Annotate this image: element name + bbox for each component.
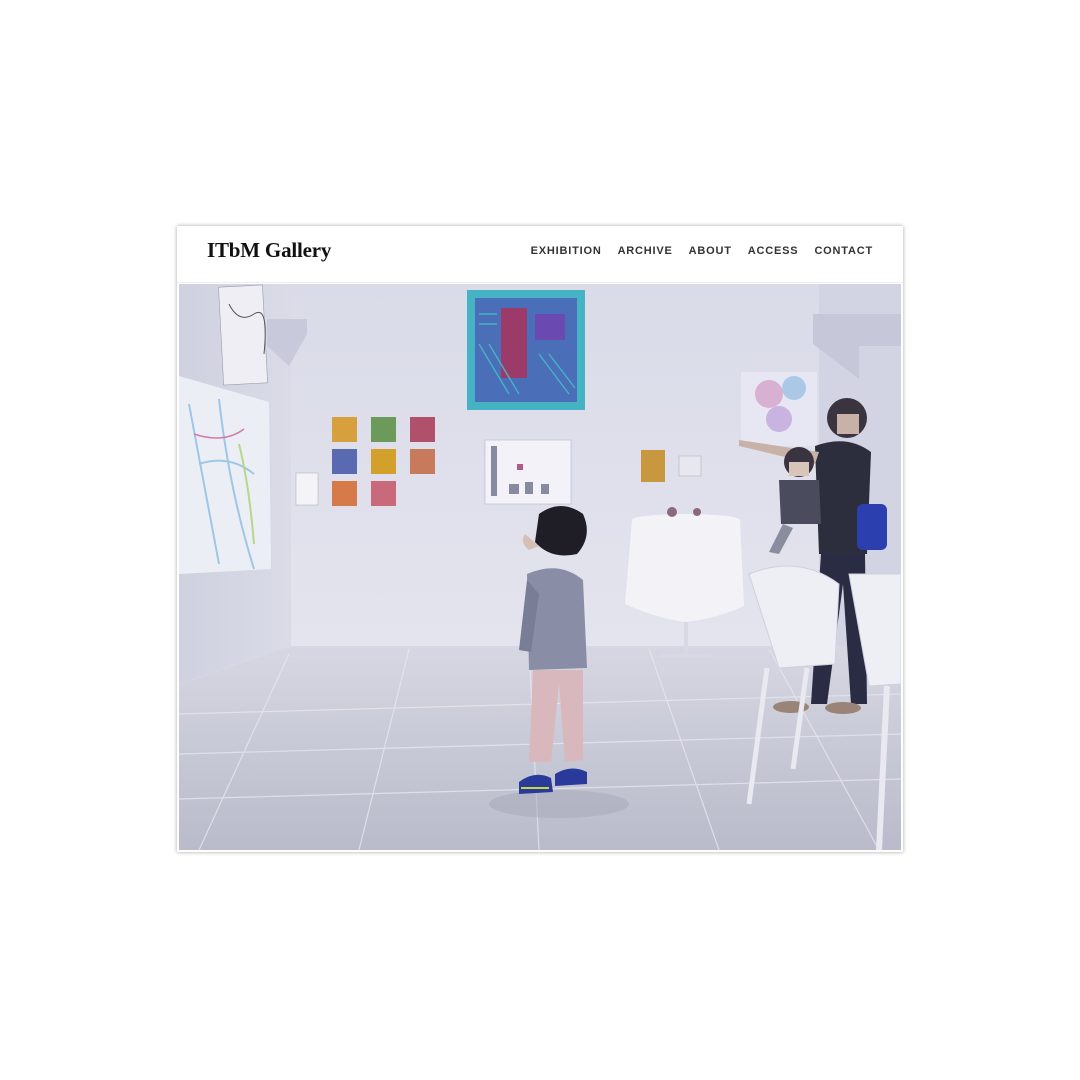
gallery-scene-illustration bbox=[179, 284, 901, 850]
nav-exhibition[interactable]: EXHIBITION bbox=[531, 245, 602, 257]
main-nav: EXHIBITION ARCHIVE ABOUT ACCESS CONTACT bbox=[531, 245, 873, 257]
artwork-small-photo bbox=[678, 455, 702, 477]
wall-label bbox=[295, 472, 319, 506]
nav-access[interactable]: ACCESS bbox=[748, 245, 799, 257]
hero-photo bbox=[179, 284, 901, 850]
site-window: ITbM Gallery EXHIBITION ARCHIVE ABOUT AC… bbox=[177, 226, 903, 852]
site-header: ITbM Gallery EXHIBITION ARCHIVE ABOUT AC… bbox=[177, 226, 903, 283]
artwork-teal-painting bbox=[467, 290, 585, 410]
artwork-sketch bbox=[218, 284, 268, 386]
artwork-small-yellow bbox=[641, 450, 665, 482]
painting-grid bbox=[332, 417, 435, 506]
site-logo[interactable]: ITbM Gallery bbox=[207, 238, 331, 263]
nav-contact[interactable]: CONTACT bbox=[814, 245, 873, 257]
artwork-large-drawing bbox=[179, 376, 271, 574]
artwork-diagram bbox=[484, 439, 572, 505]
nav-archive[interactable]: ARCHIVE bbox=[618, 245, 673, 257]
nav-about[interactable]: ABOUT bbox=[689, 245, 732, 257]
